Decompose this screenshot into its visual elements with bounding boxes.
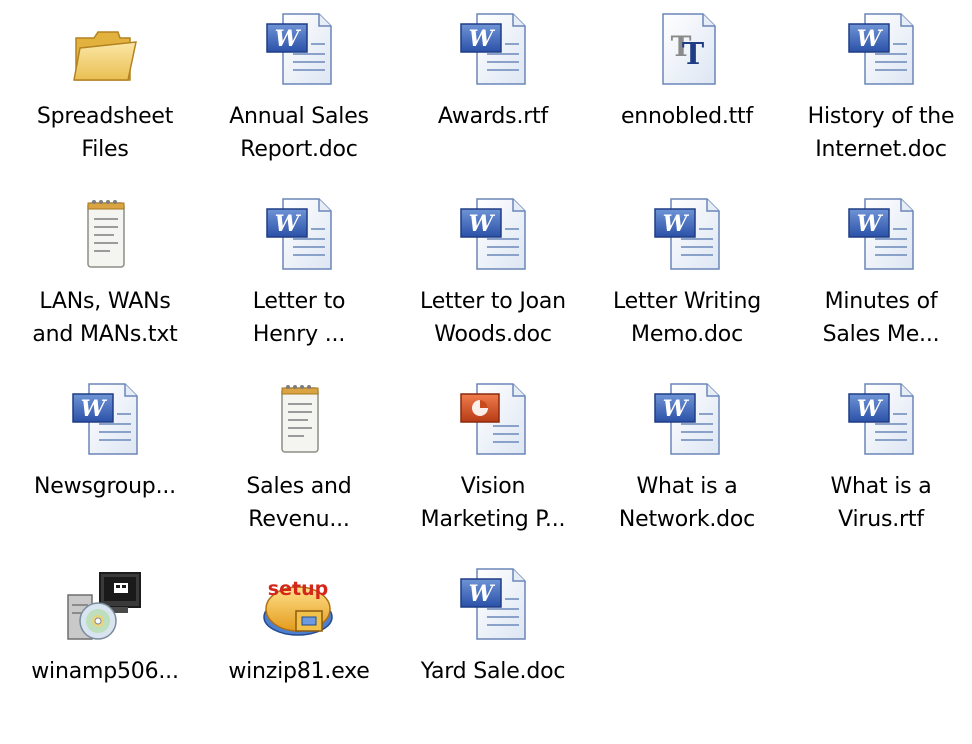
desktop-item-what-is-a-network[interactable]: W What is a Network.doc <box>590 374 784 559</box>
item-label: What is a Virus.rtf <box>830 474 932 532</box>
svg-text:W: W <box>663 211 690 237</box>
svg-text:W: W <box>81 396 108 422</box>
word-document-icon: W <box>57 378 153 458</box>
svg-text:W: W <box>469 26 496 52</box>
desktop-item-letter-to-henry[interactable]: W Letter to Henry ... <box>202 189 396 374</box>
item-label: Annual Sales Report.doc <box>229 104 369 162</box>
desktop-item-spreadsheet-files[interactable]: Spreadsheet Files <box>8 4 202 189</box>
desktop-item-what-is-a-virus[interactable]: W What is a Virus.rtf <box>784 374 972 559</box>
word-document-icon: W <box>833 8 929 88</box>
item-label: Letter to Joan Woods.doc <box>420 289 566 347</box>
word-document-icon: W <box>445 8 541 88</box>
svg-text:T: T <box>682 37 705 72</box>
svg-text:W: W <box>857 396 884 422</box>
word-document-icon: W <box>445 193 541 273</box>
desktop-item-history-of-the-internet[interactable]: W History of the Internet.doc <box>784 4 972 189</box>
item-label: Awards.rtf <box>437 104 549 129</box>
item-label: ennobled.ttf <box>620 104 754 129</box>
desktop-item-winamp-installer[interactable]: winamp506... <box>8 559 202 744</box>
desktop-item-ennobled-font[interactable]: T T ennobled.ttf <box>590 4 784 189</box>
svg-text:setup: setup <box>268 578 328 600</box>
word-document-icon: W <box>639 193 735 273</box>
svg-text:W: W <box>275 211 302 237</box>
word-document-icon: W <box>251 193 347 273</box>
truetype-font-icon: T T <box>639 8 735 88</box>
svg-text:W: W <box>857 26 884 52</box>
word-document-icon: W <box>639 378 735 458</box>
desktop-item-letter-writing-memo[interactable]: W Letter Writing Memo.doc <box>590 189 784 374</box>
word-document-icon: W <box>833 378 929 458</box>
desktop-item-letter-to-joan-woods[interactable]: W Letter to Joan Woods.doc <box>396 189 590 374</box>
svg-text:W: W <box>469 211 496 237</box>
text-file-icon <box>57 193 153 273</box>
desktop-item-newsgroup[interactable]: W Newsgroup... <box>8 374 202 559</box>
item-label: Minutes of Sales Me... <box>822 289 940 347</box>
item-label: Letter to Henry ... <box>252 289 346 347</box>
folder-icon <box>57 8 153 88</box>
word-document-icon: W <box>445 563 541 643</box>
item-label: winzip81.exe <box>228 659 370 684</box>
installer-icon <box>57 563 153 643</box>
svg-text:W: W <box>857 211 884 237</box>
item-label: Spreadsheet Files <box>36 104 174 162</box>
powerpoint-presentation-icon <box>445 378 541 458</box>
desktop-item-yard-sale[interactable]: W Yard Sale.doc <box>396 559 590 744</box>
desktop-item-winzip-setup[interactable]: setup winzip81.exe <box>202 559 396 744</box>
item-label: Letter Writing Memo.doc <box>613 289 761 347</box>
svg-text:W: W <box>469 581 496 607</box>
desktop-item-annual-sales-report[interactable]: W Annual Sales Report.doc <box>202 4 396 189</box>
desktop-item-vision-marketing-presentation[interactable]: Vision Marketing P... <box>396 374 590 559</box>
desktop-item-awards[interactable]: W Awards.rtf <box>396 4 590 189</box>
word-document-icon: W <box>833 193 929 273</box>
winzip-setup-icon: setup <box>251 563 347 643</box>
svg-text:W: W <box>275 26 302 52</box>
word-document-icon: W <box>251 8 347 88</box>
item-label: Sales and Revenu... <box>246 474 352 532</box>
item-label: Newsgroup... <box>34 474 176 499</box>
desktop-item-lans-wans-mans[interactable]: LANs, WANs and MANs.txt <box>8 189 202 374</box>
item-label: What is a Network.doc <box>618 474 756 532</box>
item-label: Vision Marketing P... <box>420 474 566 532</box>
item-label: LANs, WANs and MANs.txt <box>32 289 178 347</box>
desktop-item-sales-and-revenue[interactable]: Sales and Revenu... <box>202 374 396 559</box>
item-label: winamp506... <box>31 659 179 684</box>
desktop-icon-grid: Spreadsheet Files W Annual Sales Report.… <box>8 4 972 744</box>
item-label: History of the Internet.doc <box>807 104 955 162</box>
desktop-item-minutes-of-sales-meeting[interactable]: W Minutes of Sales Me... <box>784 189 972 374</box>
text-file-icon <box>251 378 347 458</box>
svg-text:W: W <box>663 396 690 422</box>
item-label: Yard Sale.doc <box>420 659 566 684</box>
